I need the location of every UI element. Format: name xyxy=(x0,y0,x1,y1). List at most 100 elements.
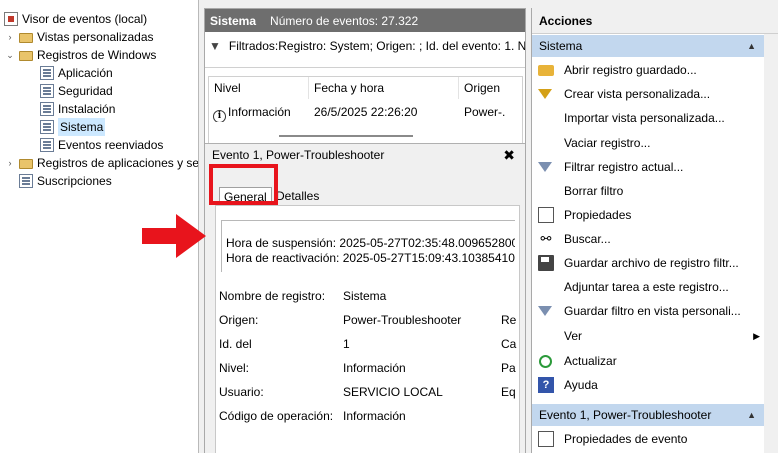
tree-item-label: Sistema xyxy=(58,118,106,136)
action-label: Crear vista personalizada... xyxy=(564,87,711,101)
prop-value: SERVICIO LOCAL xyxy=(343,385,443,399)
expand-arrow-icon[interactable]: › xyxy=(4,154,16,172)
collapse-up-icon[interactable]: ▲ xyxy=(747,404,756,426)
tree-item-label: Seguridad xyxy=(58,84,113,98)
action-clear-log[interactable]: Vaciar registro... xyxy=(532,132,764,154)
action-attach-task[interactable]: Adjuntar tarea a este registro... xyxy=(532,276,764,298)
row-date[interactable]: 26/5/2025 22:26:20 xyxy=(314,102,459,122)
tree-item-windows-logs[interactable]: ⌄ Registros de Windows xyxy=(4,46,156,64)
log-icon xyxy=(40,102,54,116)
properties-icon xyxy=(538,431,554,447)
prop-key: Nivel: xyxy=(219,361,250,375)
row-source[interactable]: Power-. xyxy=(464,102,522,122)
prop-value: Power-Troubleshooter xyxy=(343,313,462,327)
prop-key: Id. del xyxy=(219,337,252,351)
general-tab-content: Hora de suspensión: 2025-05-27T02:35:48.… xyxy=(215,205,520,453)
table-row[interactable]: i Información xyxy=(213,102,309,122)
tree-item-label: Aplicación xyxy=(58,66,113,80)
prop-extra: Re xyxy=(501,313,517,327)
action-clear-filter[interactable]: Borrar filtro xyxy=(532,180,764,202)
action-event-properties[interactable]: Propiedades de evento xyxy=(532,428,764,450)
action-properties[interactable]: Propiedades xyxy=(532,204,764,226)
help-icon: ? xyxy=(538,377,554,393)
filter-icon: ▼ xyxy=(209,39,221,53)
action-label: Propiedades de evento xyxy=(564,432,688,446)
filter-icon xyxy=(538,162,552,172)
tree-item-label: Instalación xyxy=(58,102,116,116)
filter-save-icon xyxy=(538,306,552,316)
collapse-up-icon[interactable]: ▲ xyxy=(747,35,756,57)
action-view[interactable]: Ver ▶ xyxy=(532,325,764,347)
event-count: Número de eventos: 27.322 xyxy=(270,13,419,28)
expand-arrow-icon[interactable]: › xyxy=(4,28,16,46)
vertical-scrollbar[interactable] xyxy=(764,34,778,453)
close-icon[interactable]: ✖ xyxy=(503,144,515,166)
action-help[interactable]: ? Ayuda xyxy=(532,374,764,396)
column-header-level[interactable]: Nivel xyxy=(209,77,309,99)
action-label: Filtrar registro actual... xyxy=(564,160,684,174)
tree-item-system[interactable]: Sistema xyxy=(40,118,106,136)
column-header-date[interactable]: Fecha y hora xyxy=(309,77,459,99)
highlight-box xyxy=(209,164,278,205)
action-find[interactable]: ⚯ Buscar... xyxy=(532,228,764,250)
tree-item-forwarded-events[interactable]: Eventos reenviados xyxy=(40,136,163,154)
action-label: Actualizar xyxy=(564,354,617,368)
prop-extra: Ca xyxy=(501,337,517,351)
prop-key: Nombre de registro: xyxy=(219,289,326,303)
event-viewer-icon xyxy=(4,12,18,26)
action-label: Buscar... xyxy=(564,232,611,246)
event-message: Hora de suspensión: 2025-05-27T02:35:48.… xyxy=(221,220,515,272)
log-icon xyxy=(40,120,54,134)
action-label: Borrar filtro xyxy=(564,184,624,198)
action-label: Ayuda xyxy=(564,378,598,392)
section-label: Sistema xyxy=(539,39,583,53)
tree-item-label: Registros de aplicaciones y se xyxy=(37,156,199,170)
events-pane: Sistema Número de eventos: 27.322 ▼ Filt… xyxy=(204,8,526,453)
horizontal-scrollbar[interactable] xyxy=(279,135,413,137)
refresh-icon xyxy=(539,355,552,368)
tree-item-setup[interactable]: Instalación xyxy=(40,100,115,118)
red-arrow-icon xyxy=(142,214,206,258)
action-import-custom-view[interactable]: Importar vista personalizada... xyxy=(532,107,764,129)
suspend-time-line: Hora de suspensión: 2025-05-27T02:35:48.… xyxy=(226,236,515,250)
tree-item-label: Vistas personalizadas xyxy=(37,30,154,44)
action-save-filter-to-view[interactable]: Guardar filtro en vista personali... xyxy=(532,300,764,322)
section-header-system[interactable]: Sistema ▲ xyxy=(532,35,764,57)
resume-time-line: Hora de reactivación: 2025-05-27T15:09:4… xyxy=(226,251,515,265)
subscriptions-icon xyxy=(19,174,33,188)
prop-value: Información xyxy=(343,409,406,423)
tree-item-security[interactable]: Seguridad xyxy=(40,82,113,100)
detail-title: Evento 1, Power-Troubleshooter xyxy=(212,148,385,162)
action-label: Guardar archivo de registro filtr... xyxy=(564,256,739,270)
tab-details[interactable]: Detalles xyxy=(272,187,323,206)
section-label: Evento 1, Power-Troubleshooter xyxy=(539,408,712,422)
prop-extra: Pa xyxy=(501,361,516,375)
prop-key: Origen: xyxy=(219,313,259,327)
action-label: Ver xyxy=(564,329,583,343)
tree-item-application[interactable]: Aplicación xyxy=(40,64,113,82)
filter-icon xyxy=(538,89,552,99)
log-icon xyxy=(40,84,54,98)
tree-item-label: Suscripciones xyxy=(37,174,112,188)
log-icon xyxy=(40,66,54,80)
row-level: Información xyxy=(228,105,291,119)
tree-root[interactable]: Visor de eventos (local) xyxy=(4,10,147,28)
column-header-source[interactable]: Origen xyxy=(459,77,524,99)
tree-item-subscriptions[interactable]: Suscripciones xyxy=(4,172,112,190)
properties-icon xyxy=(538,207,554,223)
prop-extra: Eq xyxy=(501,385,516,399)
submenu-arrow-icon: ▶ xyxy=(753,331,760,341)
filter-bar: ▼ Filtrados:Registro: System; Origen: ; … xyxy=(205,32,525,68)
action-save-filtered-log[interactable]: Guardar archivo de registro filtr... xyxy=(532,252,764,274)
action-refresh[interactable]: Actualizar xyxy=(532,350,764,372)
prop-value: 1 xyxy=(343,337,350,351)
log-icon xyxy=(40,138,54,152)
action-create-custom-view[interactable]: Crear vista personalizada... xyxy=(532,83,764,105)
section-header-event[interactable]: Evento 1, Power-Troubleshooter ▲ xyxy=(532,404,764,426)
tree-item-custom-views[interactable]: › Vistas personalizadas xyxy=(4,28,154,46)
action-open-saved-log[interactable]: Abrir registro guardado... xyxy=(532,59,764,81)
collapse-arrow-icon[interactable]: ⌄ xyxy=(4,46,16,64)
action-label: Adjuntar tarea a este registro... xyxy=(564,280,729,294)
tree-item-app-service-logs[interactable]: › Registros de aplicaciones y se xyxy=(4,154,199,172)
action-filter-current-log[interactable]: Filtrar registro actual... xyxy=(532,156,764,178)
